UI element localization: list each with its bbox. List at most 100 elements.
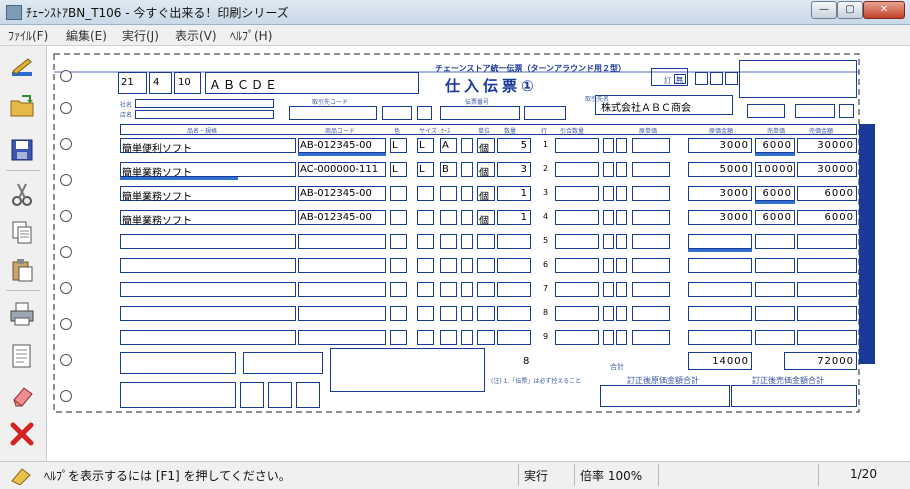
corrected-cost-field[interactable] (600, 385, 730, 407)
row-cell-retail[interactable] (797, 234, 857, 249)
header-code2[interactable]: 4 (153, 77, 159, 88)
row-cell-pull[interactable] (555, 330, 599, 345)
row-cell-c1[interactable] (603, 162, 614, 177)
supplier-code-field[interactable] (289, 106, 377, 120)
eraser-icon[interactable] (8, 382, 36, 410)
row-cell-price[interactable] (632, 258, 670, 273)
slip-number-field[interactable] (440, 106, 520, 120)
row-cell-c1[interactable] (603, 210, 614, 225)
row-cell-unit[interactable] (477, 234, 495, 249)
row-cell-c2[interactable] (616, 306, 627, 321)
store-field[interactable] (135, 110, 274, 119)
row-cell-blank[interactable] (461, 282, 473, 297)
row-cell-retail[interactable] (797, 282, 857, 297)
menu-help[interactable]: ﾍﾙﾌﾟ(H) (230, 27, 272, 44)
preview-icon[interactable] (8, 342, 36, 370)
row-cell-unit[interactable] (477, 306, 495, 321)
row-cell-c1[interactable] (603, 306, 614, 321)
row-cell-code[interactable] (298, 282, 386, 297)
menu-edit[interactable]: 編集(E) (66, 27, 107, 44)
row-cell-s2[interactable] (417, 306, 434, 321)
row-cell-c2[interactable] (616, 210, 627, 225)
close-button[interactable]: ✕ (863, 1, 905, 19)
row-cell-s3[interactable] (440, 234, 457, 249)
row-cell-unit_price[interactable] (755, 282, 795, 297)
row-cell-s1[interactable] (390, 210, 407, 225)
menu-view[interactable]: 表示(V) (175, 27, 217, 44)
row-cell-s3[interactable] (440, 306, 457, 321)
row-cell-unit_price[interactable] (755, 234, 795, 249)
row-cell-c2[interactable] (616, 162, 627, 177)
save-icon[interactable] (8, 136, 36, 164)
row-cell-s1[interactable] (390, 306, 407, 321)
row-cell-price[interactable] (632, 138, 670, 153)
open-icon[interactable] (8, 92, 36, 120)
cut-icon[interactable] (8, 180, 36, 208)
row-cell-price[interactable] (632, 210, 670, 225)
row-cell-pull[interactable] (555, 282, 599, 297)
row-cell-s2[interactable] (417, 258, 434, 273)
row-cell-amount[interactable] (688, 234, 752, 249)
row-cell-amount[interactable] (688, 258, 752, 273)
supplier-name[interactable]: 株式会社ＡＢＣ商会 (601, 99, 691, 114)
row-cell-name[interactable] (120, 258, 296, 273)
row-cell-pull[interactable] (555, 186, 599, 201)
row-cell-s3[interactable] (440, 258, 457, 273)
paste-icon[interactable] (8, 256, 36, 284)
row-cell-blank[interactable] (461, 258, 473, 273)
row-cell-pull[interactable] (555, 138, 599, 153)
type-field[interactable] (417, 106, 432, 120)
row-cell-code[interactable] (298, 330, 386, 345)
row-cell-price[interactable] (632, 186, 670, 201)
row-cell-blank[interactable] (461, 330, 473, 345)
row-cell-price[interactable] (632, 162, 670, 177)
row-cell-s2[interactable] (417, 186, 434, 201)
row-cell-retail[interactable] (797, 258, 857, 273)
row-cell-s1[interactable] (390, 234, 407, 249)
row-cell-blank[interactable] (461, 162, 473, 177)
header-code3[interactable]: 10 (178, 77, 191, 88)
row-cell-c1[interactable] (603, 282, 614, 297)
header-right-field[interactable] (747, 104, 785, 118)
row-cell-pull[interactable] (555, 162, 599, 177)
row-cell-c2[interactable] (616, 330, 627, 345)
row-cell-qty[interactable] (497, 330, 531, 345)
row-cell-unit_price[interactable] (755, 258, 795, 273)
row-cell-pull[interactable] (555, 258, 599, 273)
row-cell-c2[interactable] (616, 186, 627, 201)
row-cell-blank[interactable] (461, 210, 473, 225)
row-cell-retail[interactable] (797, 306, 857, 321)
menu-file[interactable]: ﾌｧｲﾙ(F) (8, 27, 48, 44)
setup-icon[interactable] (8, 54, 36, 82)
corrected-retail-field[interactable] (731, 385, 857, 407)
print-icon[interactable] (8, 300, 36, 328)
row-cell-blank[interactable] (461, 306, 473, 321)
row-cell-pull[interactable] (555, 234, 599, 249)
row-cell-price[interactable] (632, 234, 670, 249)
header-right-field[interactable] (839, 104, 854, 118)
row-cell-c1[interactable] (603, 330, 614, 345)
row-cell-c1[interactable] (603, 258, 614, 273)
row-cell-c2[interactable] (616, 234, 627, 249)
row-cell-s3[interactable] (440, 186, 457, 201)
row-cell-retail[interactable] (797, 330, 857, 345)
row-cell-unit_price[interactable] (755, 306, 795, 321)
row-cell-pull[interactable] (555, 306, 599, 321)
row-cell-s1[interactable] (390, 282, 407, 297)
row-cell-s2[interactable] (417, 282, 434, 297)
delete-icon[interactable] (8, 420, 36, 448)
row-cell-s3[interactable] (440, 210, 457, 225)
row-cell-amount[interactable] (688, 282, 752, 297)
row-cell-price[interactable] (632, 282, 670, 297)
row-cell-qty[interactable] (497, 258, 531, 273)
store-name[interactable]: ＡＢＣＤＥ (209, 76, 279, 93)
row-cell-s1[interactable] (390, 330, 407, 345)
row-cell-c2[interactable] (616, 282, 627, 297)
class-code-field[interactable] (382, 106, 412, 120)
minimize-button[interactable]: — (811, 1, 837, 19)
company-field[interactable] (135, 99, 274, 108)
maximize-button[interactable]: ▢ (837, 1, 863, 19)
row-cell-price[interactable] (632, 330, 670, 345)
row-cell-name[interactable] (120, 306, 296, 321)
row-cell-c2[interactable] (616, 258, 627, 273)
